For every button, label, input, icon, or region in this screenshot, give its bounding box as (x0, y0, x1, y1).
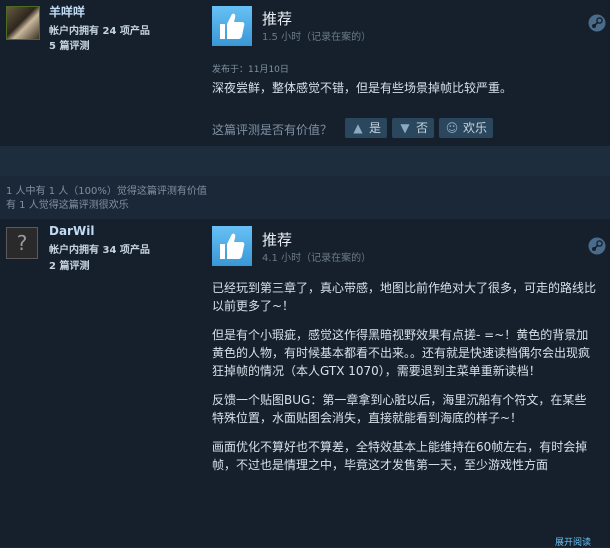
review-count[interactable]: 2 篇评测 (49, 257, 89, 272)
expand-review-link[interactable]: 展开阅读 (555, 535, 591, 548)
steam-logo-icon (588, 14, 606, 32)
vote-funny-label: 欢乐 (463, 121, 488, 135)
verdict-title[interactable]: 推荐 (262, 229, 292, 250)
review-card: ? DarWil 帐户内拥有 34 项产品 2 篇评测 推荐 4.1 小时（记录… (0, 219, 610, 547)
truncation-fade (200, 495, 610, 547)
verdict-title[interactable]: 推荐 (262, 8, 292, 29)
playtime: 4.1 小时（记录在案的） (262, 253, 372, 264)
vote-no-label: 否 (416, 121, 429, 135)
steam-logo-icon (588, 237, 606, 255)
review-divider (0, 146, 610, 176)
helpful-stat: 1 人中有 1 人（100%）觉得这篇评测有价值 (6, 186, 207, 197)
vote-funny-button[interactable]: ☺ 欢乐 (439, 118, 493, 138)
vote-yes-label: 是 (369, 121, 382, 135)
vote-yes-button[interactable]: ▲ 是 (345, 118, 387, 138)
playtime: 1.5 小时（记录在案的） (262, 32, 372, 43)
user-name[interactable]: 羊咩咩 (49, 3, 85, 20)
review-paragraph: 画面优化不算好也不算差，全特效基本上能维持在60帧左右，有时会掉帧，不过也是情理… (212, 440, 588, 472)
thumbs-up-small-icon: ▲ (353, 121, 363, 135)
review-count[interactable]: 5 篇评测 (49, 37, 89, 52)
thumbs-up-icon (212, 226, 252, 266)
thumbs-down-small-icon: ▼ (400, 121, 410, 135)
user-name[interactable]: DarWil (49, 224, 94, 238)
review-paragraph: 已经玩到第三章了，真心带感，地图比前作绝对大了很多，可走的路线比以前更多了~！ (212, 281, 597, 313)
review-paragraph: 反馈一个贴图BUG：第一章拿到心脏以后，海里沉船有个符文，在某些特殊位置，水面贴… (212, 393, 587, 425)
default-avatar[interactable]: ? (6, 227, 38, 259)
products-owned[interactable]: 帐户内拥有 34 项产品 (49, 241, 150, 256)
helpful-question: 这篇评测是否有价值？ (212, 123, 333, 137)
funny-stat: 有 1 人觉得这篇评测很欢乐 (6, 200, 129, 211)
posted-date: 发布于：11月10日 (212, 65, 289, 75)
products-owned[interactable]: 帐户内拥有 24 项产品 (49, 22, 150, 37)
smiley-icon: ☺ (445, 121, 459, 135)
vote-no-button[interactable]: ▼ 否 (392, 118, 434, 138)
thumbs-up-icon (212, 6, 252, 46)
review-paragraph: 但是有个小瑕疵，感觉这作得黑暗视野效果有点搓- =~！黄色的背景加黄色的人物，有… (212, 328, 591, 378)
review-card: 羊咩咩 帐户内拥有 24 项产品 5 篇评测 推荐 1.5 小时（记录在案的） … (0, 0, 610, 146)
review-body: 已经玩到第三章了，真心带感，地图比前作绝对大了很多，可走的路线比以前更多了~！ … (212, 279, 597, 474)
review-body: 深夜尝鲜，整体感觉不错，但是有些场景掉帧比较严重。 (212, 81, 513, 95)
user-avatar[interactable] (6, 6, 40, 40)
